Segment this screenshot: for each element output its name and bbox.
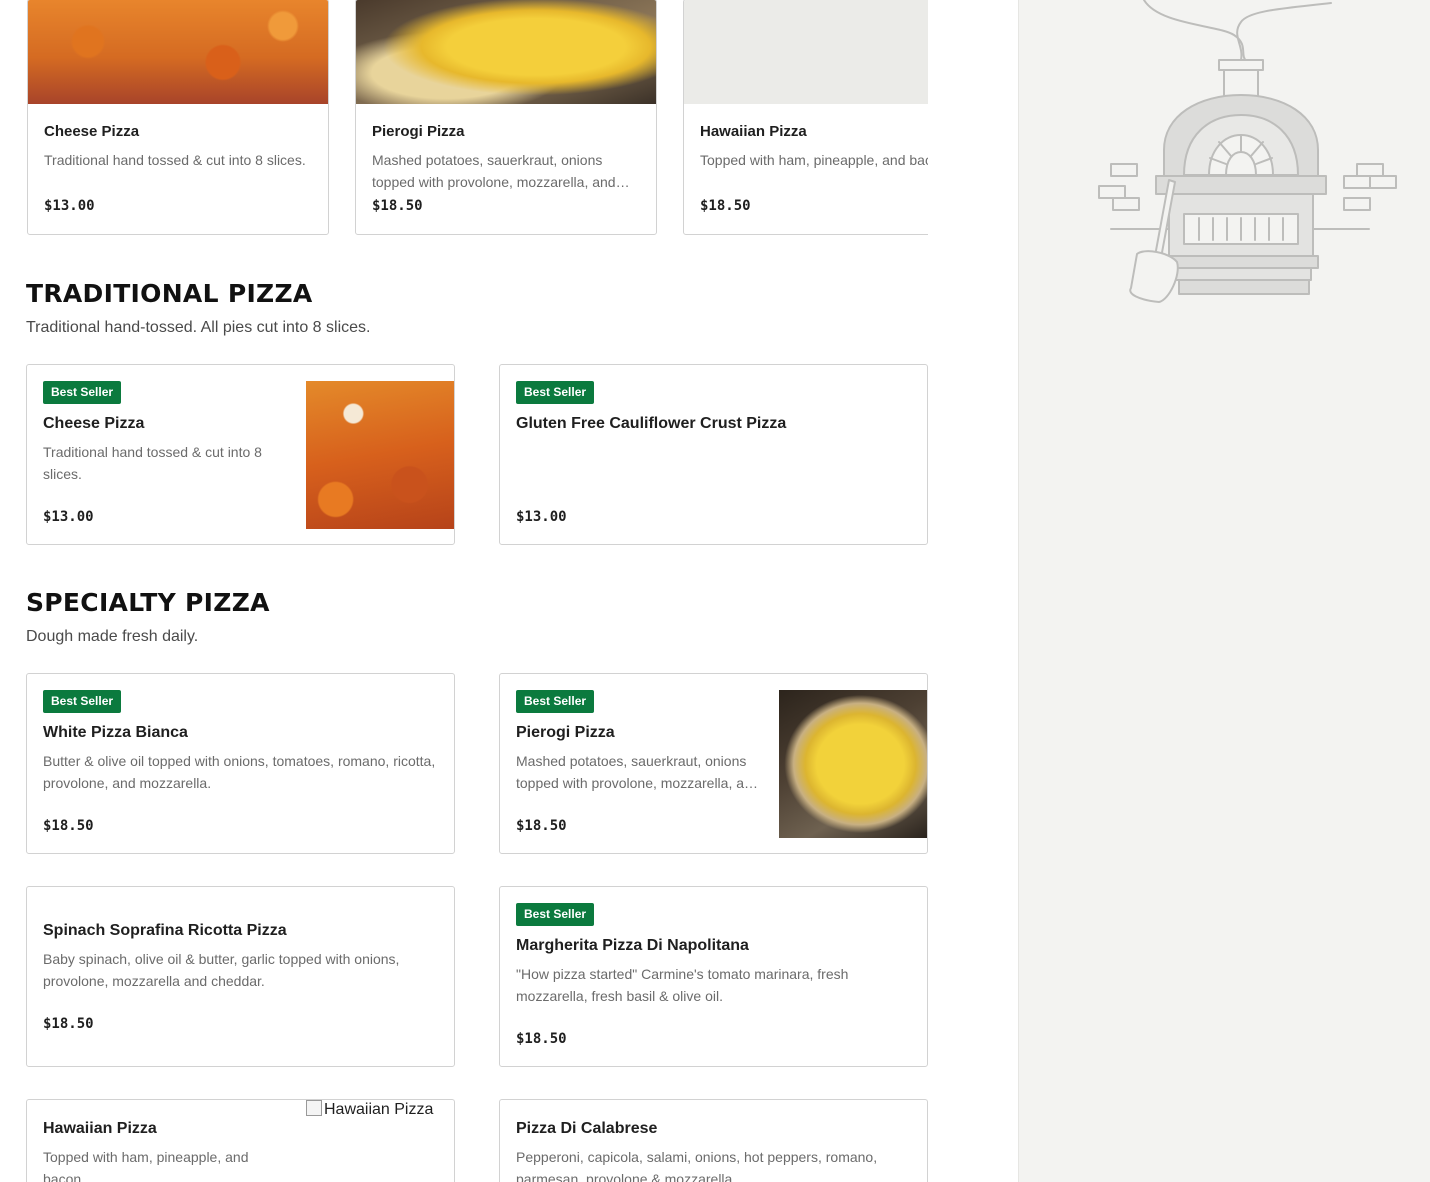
best-seller-badge: Best Seller [516, 690, 595, 713]
item-description: Topped with ham, pineapple, and bacon. [43, 1149, 249, 1182]
menu-item-white-pizza-bianca[interactable]: Best Seller White Pizza Bianca Butter & … [26, 673, 455, 854]
item-price: $18.50 [700, 198, 751, 214]
carousel-card-pierogi-pizza[interactable]: Pierogi Pizza Mashed potatoes, sauerkrau… [355, 0, 657, 235]
pizza-oven-icon [1098, 0, 1397, 303]
item-title: Hawaiian Pizza [43, 1120, 157, 1137]
item-price: $13.00 [516, 509, 567, 525]
section-subtitle-traditional: Traditional hand-tossed. All pies cut in… [26, 319, 371, 336]
sidebar-panel [1018, 0, 1430, 1182]
menu-item-hawaiian-pizza[interactable]: Hawaiian Pizza Hawaiian Pizza Topped wit… [26, 1099, 455, 1182]
section-title-traditional: TRADITIONAL PIZZA [26, 279, 313, 308]
section-title-specialty: SPECIALTY PIZZA [26, 588, 270, 617]
item-title: Pizza Di Calabrese [516, 1120, 658, 1137]
item-title: Pierogi Pizza [372, 123, 465, 140]
best-seller-badge: Best Seller [516, 903, 595, 926]
cheese-pizza-image [28, 0, 328, 104]
item-description: Mashed potatoes, sauerkraut, onions topp… [516, 753, 759, 791]
best-seller-badge: Best Seller [516, 381, 595, 404]
best-seller-badge: Best Seller [43, 690, 122, 713]
item-title: Spinach Soprafina Ricotta Pizza [43, 922, 287, 939]
item-price: $13.00 [43, 509, 94, 525]
item-title: Gluten Free Cauliflower Crust Pizza [516, 415, 787, 432]
pierogi-pizza-image [356, 0, 656, 104]
item-title: Pierogi Pizza [516, 724, 615, 741]
item-description: Traditional hand tossed & cut into 8 sli… [43, 444, 262, 482]
item-description: Traditional hand tossed & cut into 8 sli… [44, 152, 306, 168]
menu-main: Cheese Pizza Traditional hand tossed & c… [0, 0, 1018, 1182]
menu-item-pierogi-pizza[interactable]: Best Seller Pierogi Pizza Mashed potatoe… [499, 673, 928, 854]
section-subtitle-specialty: Dough made fresh daily. [26, 628, 199, 645]
featured-carousel: Cheese Pizza Traditional hand tossed & c… [27, 0, 928, 236]
item-title: Cheese Pizza [43, 415, 145, 432]
item-price: $18.50 [372, 198, 423, 214]
item-title: Hawaiian Pizza [700, 123, 807, 140]
item-price: $18.50 [516, 818, 567, 834]
item-description: Mashed potatoes, sauerkraut, onions topp… [372, 152, 630, 190]
item-price: $13.00 [44, 198, 95, 214]
best-seller-badge: Best Seller [43, 381, 122, 404]
menu-item-cheese-pizza[interactable]: Best Seller Cheese Pizza Traditional han… [26, 364, 455, 545]
menu-item-margherita[interactable]: Best Seller Margherita Pizza Di Napolita… [499, 886, 928, 1067]
item-title: Margherita Pizza Di Napolitana [516, 937, 749, 954]
menu-item-spinach-soprafina[interactable]: Spinach Soprafina Ricotta Pizza Baby spi… [26, 886, 455, 1067]
item-title: White Pizza Bianca [43, 724, 188, 741]
item-description: Baby spinach, olive oil & butter, garlic… [43, 951, 400, 989]
menu-item-gluten-free-pizza[interactable]: Best Seller Gluten Free Cauliflower Crus… [499, 364, 928, 545]
hawaiian-pizza-image [684, 0, 928, 104]
item-description: Pepperoni, capicola, salami, onions, hot… [516, 1149, 878, 1182]
carousel-card-cheese-pizza[interactable]: Cheese Pizza Traditional hand tossed & c… [27, 0, 329, 235]
item-price: $18.50 [43, 1016, 94, 1032]
item-price: $18.50 [43, 818, 94, 834]
item-description: Topped with ham, pineapple, and bacon. [700, 152, 928, 168]
cheese-pizza-thumbnail [306, 381, 454, 529]
item-description: "How pizza started" Carmine's tomato mar… [516, 966, 849, 1004]
menu-item-pizza-di-calabrese[interactable]: Pizza Di Calabrese Pepperoni, capicola, … [499, 1099, 928, 1182]
item-title: Cheese Pizza [44, 123, 140, 140]
carousel-card-hawaiian-pizza[interactable]: Hawaiian Pizza Topped with ham, pineappl… [683, 0, 928, 235]
item-price: $18.50 [516, 1031, 567, 1047]
pierogi-pizza-thumbnail [779, 690, 927, 838]
item-description: Butter & olive oil topped with onions, t… [43, 753, 436, 791]
broken-image: Hawaiian Pizza [306, 1100, 433, 1119]
